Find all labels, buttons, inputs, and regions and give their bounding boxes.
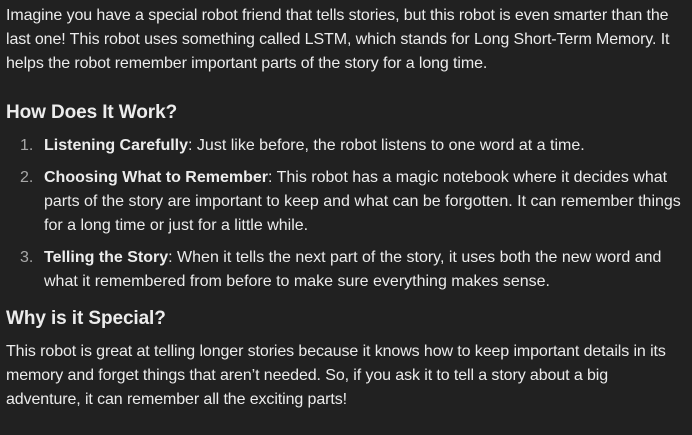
section-heading-why-special: Why is it Special? <box>6 308 166 329</box>
list-item-number: 1. <box>20 137 34 154</box>
list-item-number: 3. <box>20 249 34 266</box>
outro-paragraph: This robot is great at telling longer st… <box>6 343 666 408</box>
chat-message-content: Imagine you have a special robot friend … <box>6 4 686 412</box>
list-item-text: : Just like before, the robot listens to… <box>188 137 585 154</box>
list-item-title: Choosing What to Remember <box>44 169 269 186</box>
list-item: 2. Choosing What to Remember: This robot… <box>6 166 686 238</box>
steps-list: 1. Listening Carefully: Just like before… <box>6 134 686 294</box>
intro-paragraph: Imagine you have a special robot friend … <box>6 7 670 72</box>
section-heading-how-it-works: How Does It Work? <box>6 102 178 123</box>
list-item: 1. Listening Carefully: Just like before… <box>6 134 686 158</box>
list-item-number: 2. <box>20 169 34 186</box>
list-item-title: Listening Carefully <box>44 137 189 154</box>
list-item-title: Telling the Story <box>44 249 169 266</box>
list-item: 3. Telling the Story: When it tells the … <box>6 246 686 294</box>
